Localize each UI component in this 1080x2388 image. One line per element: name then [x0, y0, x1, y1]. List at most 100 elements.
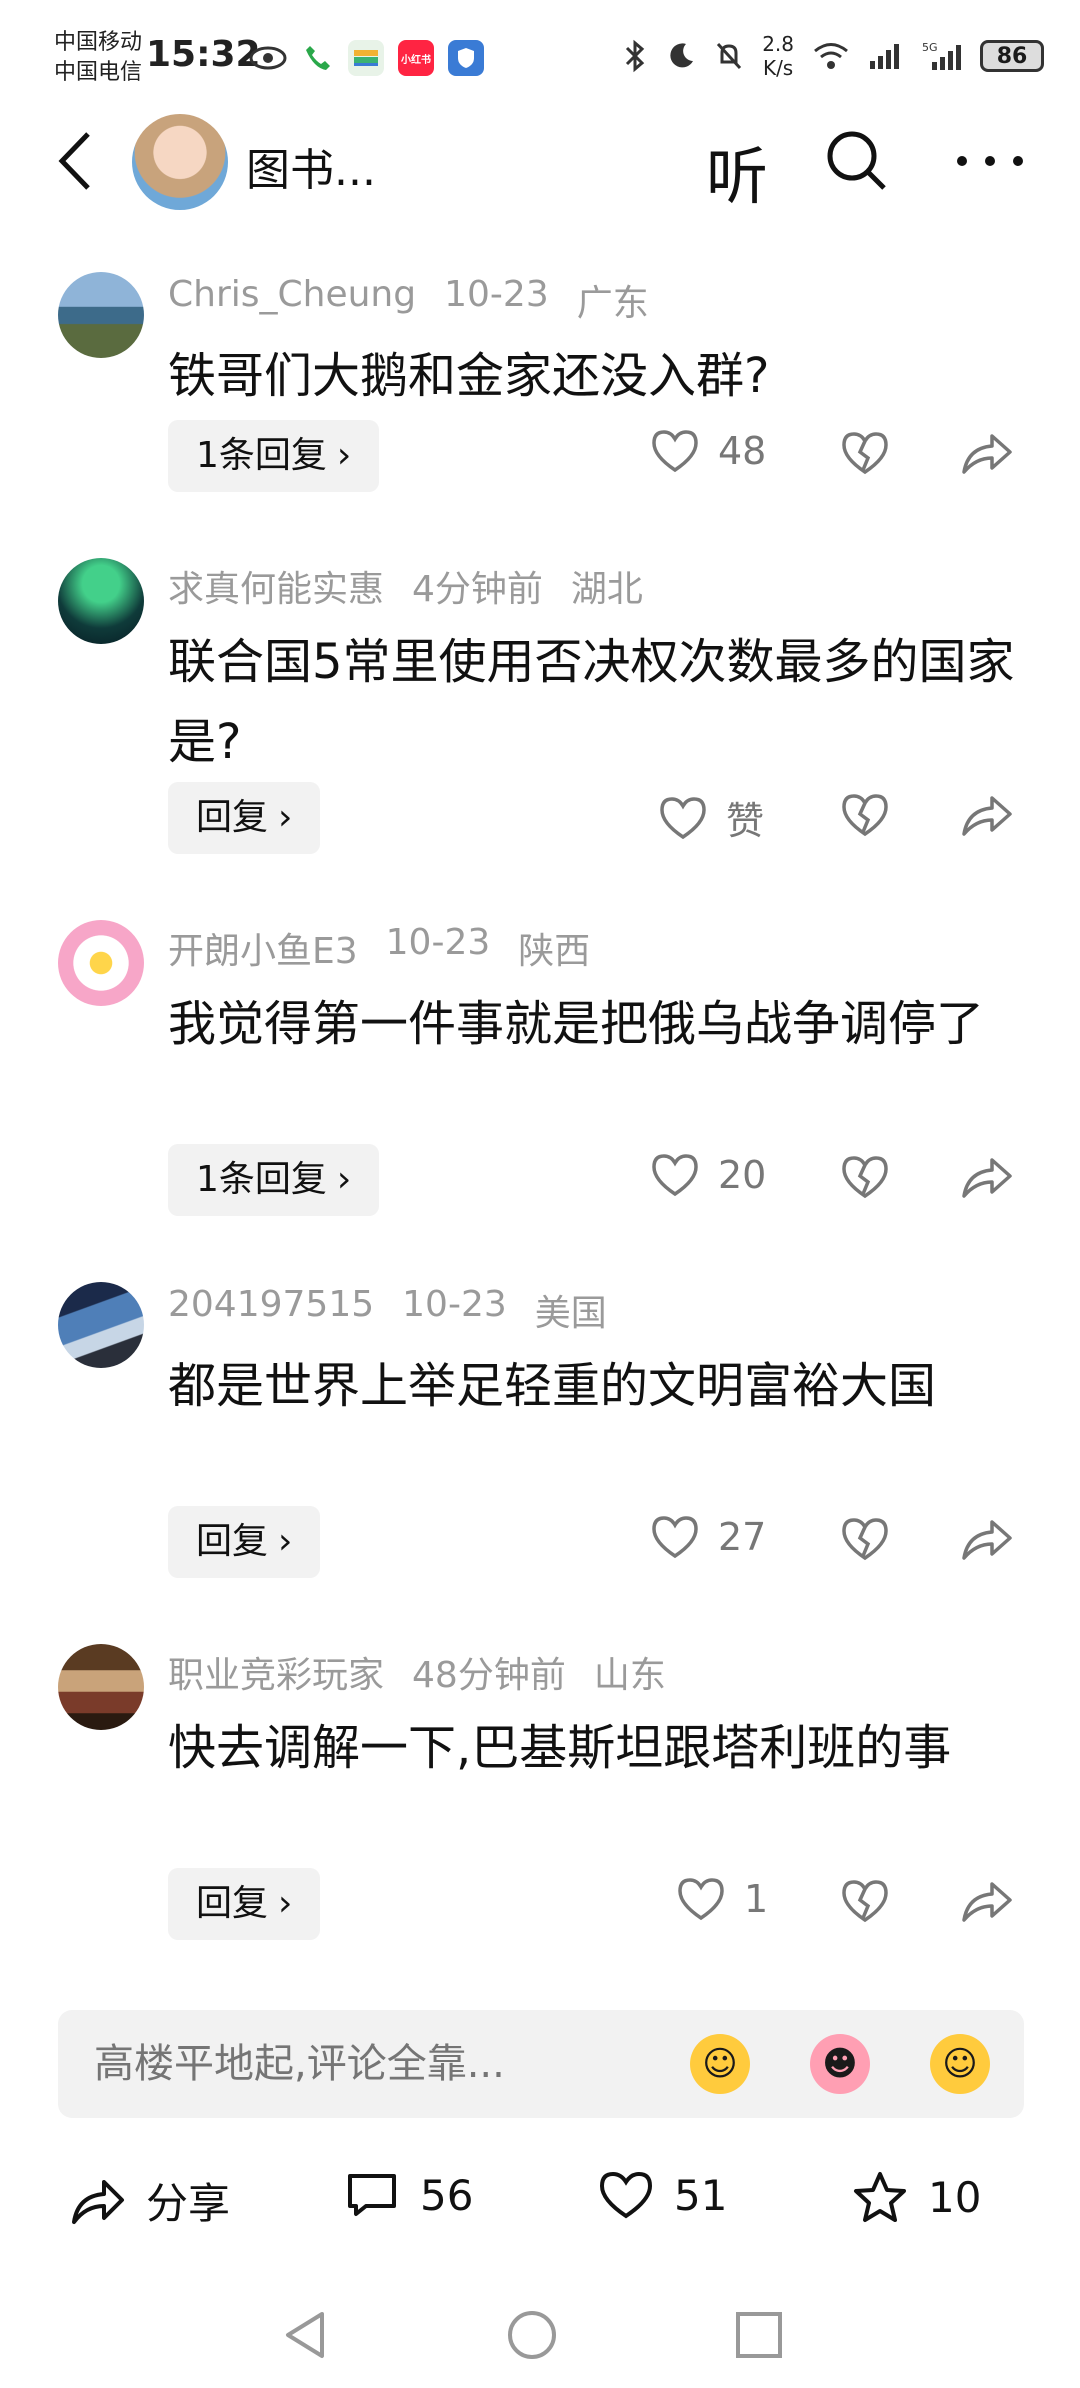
broken-heart-icon[interactable]: [840, 792, 890, 838]
like-button[interactable]: 20: [650, 1152, 766, 1198]
comment-time: 10-23: [444, 274, 549, 315]
nav-recents-icon[interactable]: [732, 2308, 786, 2362]
heart-icon: [678, 1878, 724, 1921]
reply-label: 回复: [196, 1521, 269, 1562]
broken-heart-icon[interactable]: [840, 1516, 890, 1562]
favorites-count: 10: [928, 2172, 982, 2222]
heart-icon: [599, 2171, 653, 2219]
comment-username[interactable]: 开朗小鱼E3: [168, 922, 358, 974]
back-arrow-icon[interactable]: [52, 126, 96, 196]
share-button[interactable]: 分享: [70, 2170, 230, 2231]
share-label: 分享: [146, 2179, 231, 2228]
reply-label: 1条回复: [196, 1159, 327, 1200]
broken-heart-icon[interactable]: [840, 430, 890, 476]
comment-text[interactable]: 快去调解一下,巴基斯坦跟塔利班的事: [168, 1708, 1018, 1788]
view-replies-button[interactable]: 1条回复 ›: [168, 1144, 380, 1216]
reply-label: 回复: [196, 1883, 269, 1924]
user-avatar[interactable]: [58, 272, 144, 358]
like-button[interactable]: 1: [676, 1876, 768, 1922]
share-icon[interactable]: [960, 1878, 1014, 1924]
like-count: 1: [744, 1877, 769, 1921]
like-count: 赞: [726, 799, 765, 843]
comment-actions: 1条回复 › 48: [0, 420, 1080, 492]
comment-meta: 204197515 10-23 美国: [168, 1284, 607, 1336]
xiaohongshu-badge-text: 小红书: [401, 54, 431, 66]
comment-time: 10-23: [385, 922, 491, 963]
emoji-shy-icon[interactable]: ☺: [690, 2034, 750, 2094]
notification-icons: 小红书: [248, 40, 484, 76]
svg-text:5G: 5G: [922, 41, 938, 54]
comment-username[interactable]: 职业竞彩玩家: [168, 1646, 384, 1698]
system-icons: 2.8 K/s 5G 86: [622, 32, 1044, 80]
comment-time: 10-23: [402, 1284, 507, 1325]
comment-item: 204197515 10-23 美国 都是世界上举足轻重的文明富裕大国 回复 › …: [0, 1280, 1080, 1642]
comment-text[interactable]: 联合国5常里使用否决权次数最多的国家是?: [168, 622, 1018, 782]
emoji-laugh-cry-icon[interactable]: ☺: [930, 2034, 990, 2094]
comment-text[interactable]: 铁哥们大鹅和金家还没入群?: [168, 336, 1018, 416]
comment-item: 求真何能实惠 4分钟前 湖北 联合国5常里使用否决权次数最多的国家是? 回复 › …: [0, 556, 1080, 918]
eye-icon: [249, 46, 287, 70]
comment-list: Chris_Cheung 10-23 广东 铁哥们大鹅和金家还没入群? 1条回复…: [0, 270, 1080, 2004]
broken-heart-icon[interactable]: [840, 1154, 890, 1200]
status-time: 15:32: [146, 34, 261, 75]
comment-username[interactable]: 204197515: [168, 1284, 374, 1336]
comment-username[interactable]: 求真何能实惠: [168, 560, 384, 612]
chevron-right-icon: ›: [336, 435, 352, 476]
comment-meta: 职业竞彩玩家 48分钟前 山东: [168, 1646, 666, 1698]
nav-home-icon[interactable]: [505, 2308, 559, 2362]
phone-icon: [306, 46, 330, 70]
wallet-app-icon: [348, 40, 384, 76]
comment-text[interactable]: 都是世界上举足轻重的文明富裕大国: [168, 1346, 1018, 1426]
like-button[interactable]: 27: [650, 1514, 766, 1560]
user-avatar[interactable]: [58, 1282, 144, 1368]
chevron-right-icon: ›: [278, 1883, 293, 1924]
carrier-labels: 中国移动 中国电信: [54, 28, 142, 88]
more-options-icon[interactable]: [950, 126, 1030, 196]
page-title[interactable]: 图书...: [246, 134, 376, 198]
share-icon[interactable]: [960, 1154, 1014, 1200]
search-icon[interactable]: [822, 126, 892, 196]
user-avatar[interactable]: [58, 1644, 144, 1730]
comment-text[interactable]: 我觉得第一件事就是把俄乌战争调停了: [168, 984, 1018, 1064]
reply-label: 1条回复: [196, 435, 327, 476]
user-avatar[interactable]: [58, 558, 144, 644]
likes-count: 51: [674, 2170, 728, 2220]
battery-indicator: 86: [980, 40, 1044, 72]
view-replies-button[interactable]: 1条回复 ›: [168, 420, 380, 492]
nav-back-icon[interactable]: [280, 2308, 330, 2362]
broken-heart-icon[interactable]: [840, 1878, 890, 1924]
share-icon[interactable]: [960, 1516, 1014, 1562]
share-icon[interactable]: [960, 430, 1014, 476]
share-icon[interactable]: [960, 792, 1014, 838]
reply-button[interactable]: 回复 ›: [168, 1506, 321, 1578]
like-button[interactable]: 48: [650, 428, 766, 474]
comments-count: 56: [420, 2170, 474, 2220]
signal-5g-icon: 5G: [922, 41, 961, 70]
emoji-adore-icon[interactable]: ☻: [810, 2034, 870, 2094]
comment-time: 4分钟前: [412, 569, 543, 610]
comment-meta: 求真何能实惠 4分钟前 湖北: [168, 560, 643, 612]
like-button[interactable]: 赞: [658, 790, 764, 845]
reply-button[interactable]: 回复 ›: [168, 1868, 321, 1940]
listen-button[interactable]: 听: [706, 126, 768, 216]
like-post-button[interactable]: 51: [598, 2170, 727, 2220]
xiaohongshu-app-icon: 小红书: [398, 40, 434, 76]
comments-button[interactable]: 56: [344, 2170, 473, 2220]
like-count: 27: [718, 1515, 767, 1559]
share-icon: [72, 2179, 124, 2224]
group-avatar[interactable]: [132, 114, 228, 210]
speed-unit: K/s: [762, 56, 794, 80]
comment-input[interactable]: [94, 2034, 674, 2094]
comment-actions: 1条回复 › 20: [0, 1144, 1080, 1216]
favorite-button[interactable]: 10: [852, 2170, 981, 2224]
chevron-right-icon: ›: [336, 1159, 352, 1200]
user-avatar[interactable]: [58, 920, 144, 1006]
comment-location: 陕西: [518, 931, 591, 972]
carrier-1: 中国移动: [54, 30, 143, 55]
comment-item: 开朗小鱼E3 10-23 陕西 我觉得第一件事就是把俄乌战争调停了 1条回复 › …: [0, 918, 1080, 1280]
heart-icon: [652, 1154, 698, 1197]
comment-username[interactable]: Chris_Cheung: [168, 274, 416, 326]
system-navigation-bar: [0, 2280, 1080, 2388]
chevron-right-icon: ›: [278, 797, 293, 838]
reply-button[interactable]: 回复 ›: [168, 782, 321, 854]
